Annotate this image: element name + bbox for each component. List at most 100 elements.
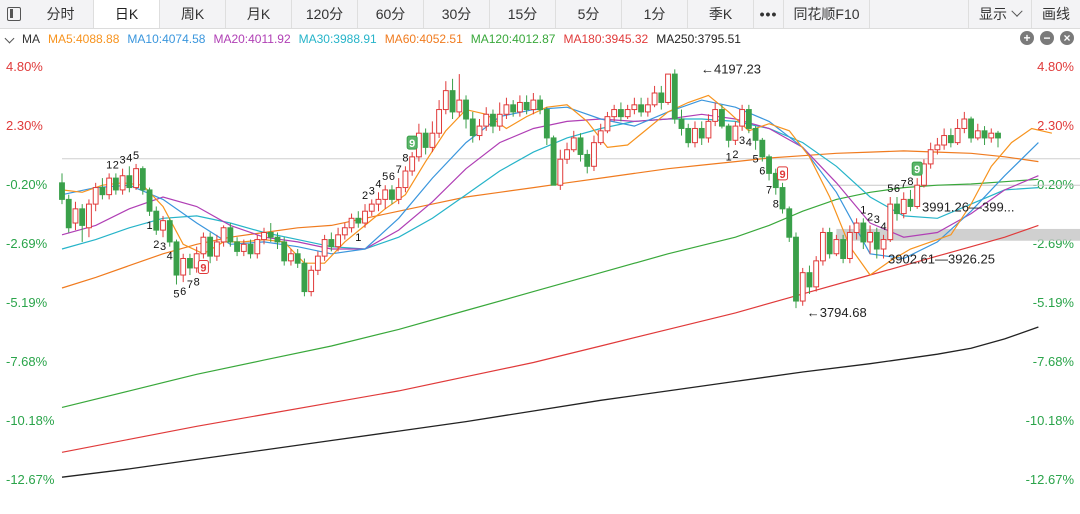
candle-body-down <box>146 189 153 212</box>
td-count-label: 4 <box>880 221 886 233</box>
ma-indicator-title[interactable]: MA <box>22 32 40 46</box>
td-count-label: 1 <box>355 232 361 244</box>
tab-10[interactable]: 季K <box>688 0 754 28</box>
candle-body-down <box>685 127 692 144</box>
tab-1[interactable]: 日K <box>94 0 160 28</box>
plus-icon[interactable]: + <box>1020 31 1034 45</box>
candle-body-down <box>678 118 685 129</box>
draw-line-button[interactable]: 画线 <box>1032 4 1080 24</box>
candle-body-down <box>274 236 281 243</box>
ma-value-3: MA30:3988.91 <box>298 32 377 46</box>
candle-body-up <box>557 158 564 186</box>
td-count-label: 4 <box>126 152 132 164</box>
candle-body-up <box>335 234 342 248</box>
y-tick-right: -7.68% <box>1033 354 1075 369</box>
candle-body-up <box>476 125 483 137</box>
td-count-label: 6 <box>389 171 395 183</box>
td-count-label: 8 <box>194 277 200 289</box>
period-toolbar: 分时 日K 周K 月K 120分 60分 30分 15分 5分 1分 季K ••• 同花顺F10 显示 … <box>0 0 1080 29</box>
candle-body-up <box>92 187 99 205</box>
candle-body-down <box>907 198 914 207</box>
candle-body-up <box>988 132 995 139</box>
tab-8[interactable]: 5分 <box>556 0 622 28</box>
tab-4[interactable]: 120分 <box>292 0 358 28</box>
tab-3[interactable]: 月K <box>226 0 292 28</box>
candle-body-down <box>759 139 766 158</box>
ma-value-0: MA5:4088.88 <box>48 32 120 46</box>
y-tick-right: 4.80% <box>1037 59 1074 74</box>
candle-body-down <box>294 253 301 264</box>
candle-body-up <box>927 149 934 165</box>
candle-body-down <box>207 236 214 257</box>
ma-value-5: MA120:4012.87 <box>470 32 556 46</box>
chevron-down-icon <box>1011 5 1023 17</box>
candle-body-up <box>954 127 961 144</box>
candle-body-up <box>813 260 820 288</box>
tab-0[interactable]: 分时 <box>28 0 94 28</box>
candle-body-up <box>941 135 948 146</box>
candle-body-up <box>530 99 537 111</box>
candle-body-up <box>611 109 618 118</box>
candle-body-up <box>900 198 907 215</box>
candle-body-up <box>321 239 328 257</box>
candle-body-down <box>725 125 732 141</box>
candle-body-down <box>422 132 429 148</box>
minus-icon[interactable]: − <box>1040 31 1054 45</box>
tab-9[interactable]: 1分 <box>622 0 688 28</box>
candle-body-down <box>59 182 65 200</box>
collapse-arrow-icon[interactable] <box>6 35 14 43</box>
ma-value-6: MA180:3945.32 <box>563 32 649 46</box>
tab-6[interactable]: 30分 <box>424 0 490 28</box>
toolbar-right: 显示 画线 <box>968 0 1080 28</box>
td-count-label: 7 <box>766 184 772 196</box>
candle-body-down <box>449 90 456 113</box>
display-menu-button[interactable]: 显示 <box>969 4 1031 24</box>
candlestick-chart[interactable]: 4.80% 4.80%2.30% 2.30%-0.20% -0.20%-2.69% -2… <box>0 50 1080 514</box>
candle-body-down <box>537 99 544 111</box>
tab-7[interactable]: 15分 <box>490 0 556 28</box>
candle-body-up <box>119 175 126 191</box>
td-count-label: 9 <box>409 138 415 150</box>
sidebar-toggle-icon <box>7 7 21 21</box>
toggle-panel-button[interactable] <box>0 0 28 28</box>
td-count-label: 7 <box>187 279 193 291</box>
candle-body-down <box>281 241 288 262</box>
td-count-label: 3 <box>739 135 745 147</box>
candle-body-down <box>139 168 146 191</box>
tab-11[interactable]: ••• <box>754 0 784 28</box>
candle-body-down <box>718 109 725 127</box>
td-count-label: 8 <box>907 176 913 188</box>
candle-body-up <box>362 210 368 224</box>
candle-body-up <box>436 109 443 134</box>
tab-5[interactable]: 60分 <box>358 0 424 28</box>
td-count-label: 2 <box>867 211 873 223</box>
candle-body-down <box>826 231 833 255</box>
candle-body-up <box>833 239 840 255</box>
candle-body-up <box>375 198 382 205</box>
candle-body-up <box>254 239 261 255</box>
candle-body-up <box>887 203 894 241</box>
td-count-label: 5 <box>887 183 893 195</box>
candle-body-up <box>853 222 860 233</box>
candle-body-up <box>261 231 267 241</box>
tab-12[interactable]: 同花顺F10 <box>784 0 870 28</box>
candle-body-up <box>483 113 490 127</box>
candle-body-down <box>65 198 72 229</box>
candle-body-up <box>961 118 968 129</box>
candle-body-down <box>328 239 335 248</box>
candle-body-down <box>745 109 752 129</box>
candle-body-down <box>510 104 517 113</box>
ma-value-4: MA60:4052.51 <box>384 32 463 46</box>
close-icon[interactable]: × <box>1060 31 1074 45</box>
candle-body-up <box>86 203 92 229</box>
tab-2[interactable]: 周K <box>160 0 226 28</box>
candle-body-up <box>591 142 597 167</box>
td-count-label: 1 <box>860 204 866 216</box>
range-lower-label: 3902.61—3926.25 <box>888 252 995 267</box>
td-count-label: 2 <box>732 149 738 161</box>
candle-body-down <box>968 118 974 139</box>
candle-body-up <box>516 101 523 113</box>
candle-body-down <box>173 241 180 276</box>
candle-body-down <box>752 127 759 141</box>
candle-body-down <box>523 101 530 111</box>
